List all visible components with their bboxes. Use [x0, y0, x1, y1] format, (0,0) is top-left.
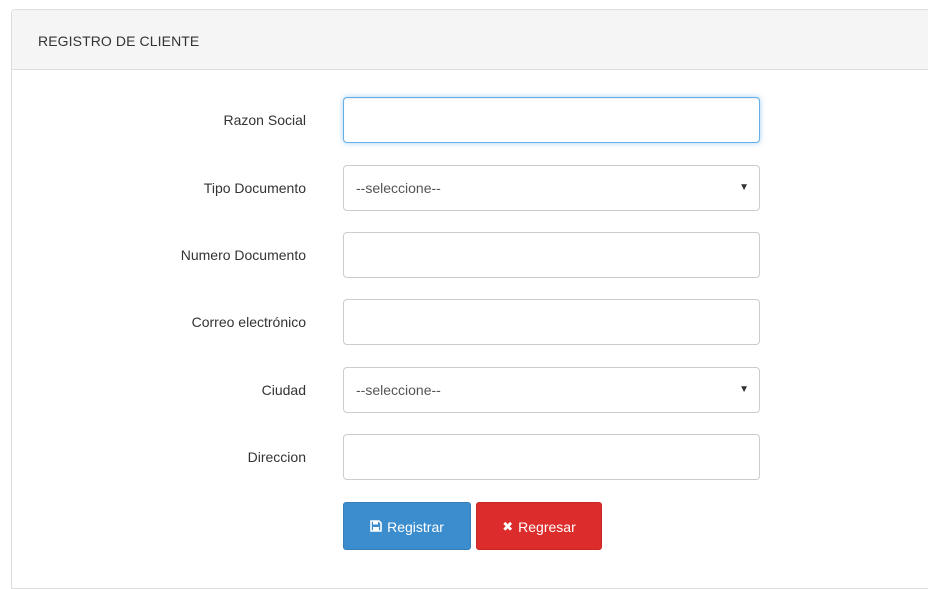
form-row-direccion: Direccion	[12, 433, 928, 481]
tipo-documento-select[interactable]: --seleccione-- ▼	[343, 165, 760, 211]
panel-title: REGISTRO DE CLIENTE	[12, 10, 928, 70]
form-row-ciudad: Ciudad --seleccione-- ▼	[12, 366, 928, 414]
razon-social-input[interactable]	[343, 97, 760, 143]
regresar-button[interactable]: ✖ Regresar	[476, 502, 602, 550]
form-row-numero-documento: Numero Documento	[12, 231, 928, 279]
form-row-razon-social: Razon Social	[12, 96, 928, 144]
chevron-down-icon: ▼	[739, 182, 749, 193]
registrar-label: Registrar	[387, 519, 444, 535]
ciudad-selected: --seleccione--	[356, 382, 441, 398]
registrar-button[interactable]: Registrar	[343, 502, 471, 550]
ciudad-select[interactable]: --seleccione-- ▼	[343, 367, 760, 413]
razon-social-label: Razon Social	[223, 112, 307, 128]
correo-label: Correo electrónico	[191, 314, 306, 330]
form-row-correo: Correo electrónico	[12, 298, 928, 346]
correo-input[interactable]	[343, 299, 760, 345]
client-registration-panel: REGISTRO DE CLIENTE Razon Social Tipo Do…	[11, 9, 928, 589]
numero-documento-label: Numero Documento	[180, 247, 306, 263]
form-row-tipo-documento: Tipo Documento --seleccione-- ▼	[12, 164, 928, 212]
chevron-down-icon: ▼	[739, 384, 749, 395]
regresar-label: Regresar	[518, 519, 576, 535]
direccion-input[interactable]	[343, 434, 760, 480]
save-icon	[370, 503, 382, 551]
tipo-documento-selected: --seleccione--	[356, 180, 441, 196]
direccion-label: Direccion	[247, 449, 306, 465]
ciudad-label: Ciudad	[261, 382, 306, 398]
numero-documento-input[interactable]	[343, 232, 760, 278]
close-icon: ✖	[502, 519, 514, 535]
tipo-documento-label: Tipo Documento	[203, 180, 306, 196]
